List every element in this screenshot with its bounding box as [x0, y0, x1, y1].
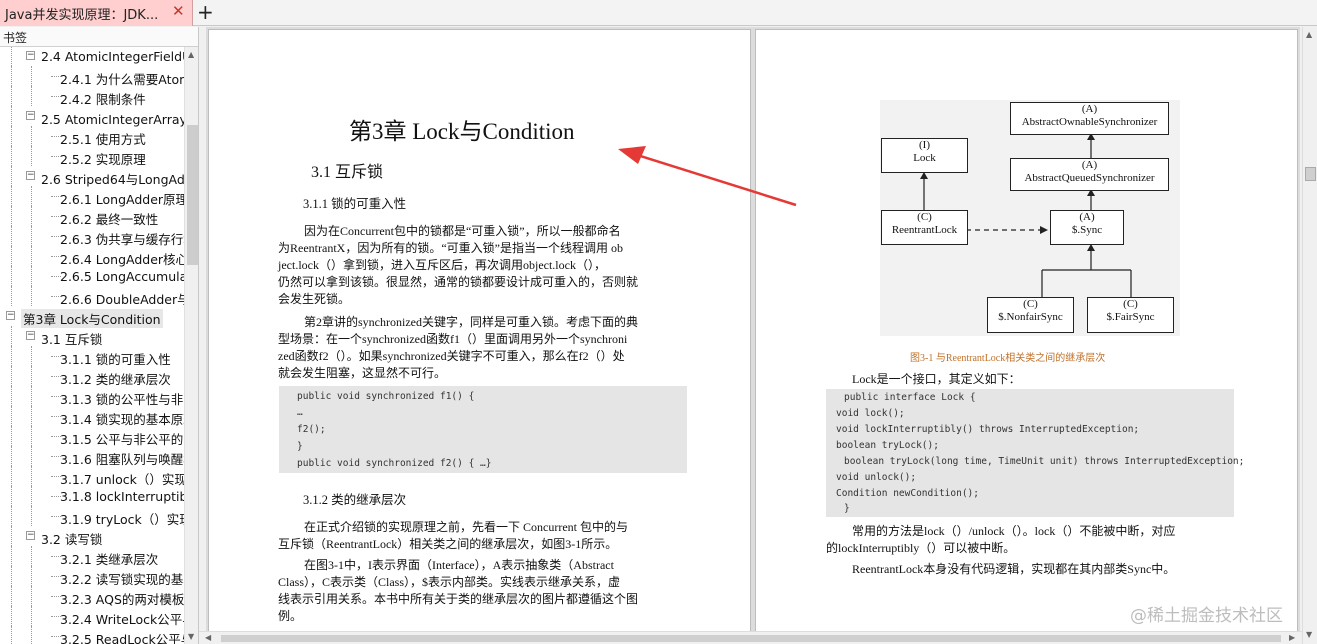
bookmark-item[interactable]: 3.2.2 读写锁实现的基本: [0, 566, 184, 587]
bookmark-item[interactable]: 3.1.3 锁的公平性与非公: [0, 386, 184, 407]
collapse-icon[interactable]: −: [26, 51, 35, 60]
bookmark-item[interactable]: 2.6.1 LongAdder原理: [0, 186, 184, 207]
bookmark-item[interactable]: 2.4.1 为什么需要Atom: [0, 66, 184, 87]
bookmarks-header: 书签: [0, 27, 198, 47]
scroll-up-icon[interactable]: ▲: [1306, 30, 1312, 39]
scroll-up-icon[interactable]: ▲: [188, 50, 194, 59]
bookmarks-title: 书签: [3, 31, 28, 45]
bookmark-tree: −2.4 AtomicIntegerFieldUp 2.4.1 为什么需要Atom…: [0, 47, 184, 644]
collapse-icon[interactable]: −: [26, 331, 35, 340]
document-tab[interactable]: Java并发实现原理：JDK... ✕: [0, 0, 193, 26]
bookmark-label: 2.6.5 LongAccumulato: [60, 269, 184, 284]
collapse-icon[interactable]: −: [26, 111, 35, 120]
bookmark-item[interactable]: 2.6.3 伪共享与缓存行填: [0, 226, 184, 247]
bookmark-item[interactable]: 2.6.4 LongAdder核心: [0, 246, 184, 267]
bookmark-item[interactable]: 3.2.3 AQS的两对模板方: [0, 586, 184, 607]
bookmark-item[interactable]: 3.1.1 锁的可重入性: [0, 346, 184, 367]
bookmark-item[interactable]: 2.4.2 限制条件: [0, 86, 184, 107]
bookmark-item[interactable]: 3.1.7 unlock（）实现分: [0, 466, 184, 487]
scroll-down-icon[interactable]: ▼: [1306, 630, 1312, 639]
bookmark-item[interactable]: −2.4 AtomicIntegerFieldUp: [0, 47, 184, 66]
new-tab-icon[interactable]: +: [197, 0, 214, 24]
bookmark-item[interactable]: 2.5.1 使用方式: [0, 126, 184, 147]
bookmark-item[interactable]: 2.6.5 LongAccumulato: [0, 266, 184, 286]
collapse-icon[interactable]: −: [26, 531, 35, 540]
sidebar-scroll-thumb[interactable]: [187, 125, 198, 265]
scroll-right-icon[interactable]: ▶: [1289, 633, 1295, 642]
bookmark-item[interactable]: 3.1.9 tryLock（）实现: [0, 506, 184, 527]
bookmark-label: 2.4 AtomicIntegerFieldUp: [41, 49, 184, 64]
bookmark-item[interactable]: 2.6.2 最终一致性: [0, 206, 184, 227]
bookmark-item[interactable]: 3.1.8 lockInterruptibly: [0, 486, 184, 506]
bookmark-item[interactable]: −3.2 读写锁: [0, 526, 184, 547]
collapse-icon[interactable]: −: [6, 311, 15, 320]
bookmark-item[interactable]: 3.1.5 公平与非公平的lo: [0, 426, 184, 447]
scroll-left-icon[interactable]: ◀: [205, 633, 211, 642]
horizontal-scroll-thumb[interactable]: [221, 635, 1281, 642]
document-scrollbar[interactable]: ▲ ▼: [1302, 27, 1317, 644]
watermark: @稀土掘金技术社区: [1130, 606, 1283, 626]
bookmark-item[interactable]: 3.2.4 WriteLock公平与: [0, 606, 184, 627]
bookmark-item[interactable]: 3.2.5 ReadLock公平与: [0, 626, 184, 644]
horizontal-scrollbar[interactable]: ◀ ▶: [199, 631, 1302, 644]
bookmark-item[interactable]: 3.1.6 阻塞队列与唤醒机: [0, 446, 184, 467]
document-scroll-thumb[interactable]: [1305, 167, 1316, 181]
bookmark-item[interactable]: −2.5 AtomicIntegerArray、: [0, 106, 184, 127]
tab-bar: Java并发实现原理：JDK... ✕ +: [0, 0, 1317, 26]
bookmark-item[interactable]: −2.6 Striped64与LongAdd: [0, 166, 184, 187]
sidebar-scrollbar[interactable]: ▲ ▼: [184, 47, 198, 644]
bookmark-item[interactable]: 3.1.2 类的继承层次: [0, 366, 184, 387]
tab-title: Java并发实现原理：JDK...: [5, 8, 159, 23]
annotation-arrow: [618, 146, 797, 207]
bookmark-label: 3.2.5 ReadLock公平与: [60, 632, 184, 644]
bookmark-item[interactable]: 3.1.4 锁实现的基本原理: [0, 406, 184, 427]
close-icon[interactable]: ✕: [172, 2, 185, 20]
bookmark-item[interactable]: − 第3章 Lock与Condition: [0, 306, 184, 328]
document-viewer: 第3章 Lock与Condition 3.1 互斥锁 3.1.1 锁的可重入性 …: [206, 27, 1300, 631]
bookmark-item[interactable]: −3.1 互斥锁: [0, 326, 184, 347]
bookmark-label: 3.1.8 lockInterruptibly: [60, 489, 184, 504]
scroll-down-icon[interactable]: ▼: [188, 632, 194, 641]
bookmark-item[interactable]: 2.5.2 实现原理: [0, 146, 184, 167]
bookmarks-panel: 书签 −2.4 AtomicIntegerFieldUp 2.4.1 为什么需要A…: [0, 27, 199, 644]
collapse-icon[interactable]: −: [26, 171, 35, 180]
bookmark-item[interactable]: 2.6.6 DoubleAdder与: [0, 286, 184, 307]
bookmark-item[interactable]: 3.2.1 类继承层次: [0, 546, 184, 567]
